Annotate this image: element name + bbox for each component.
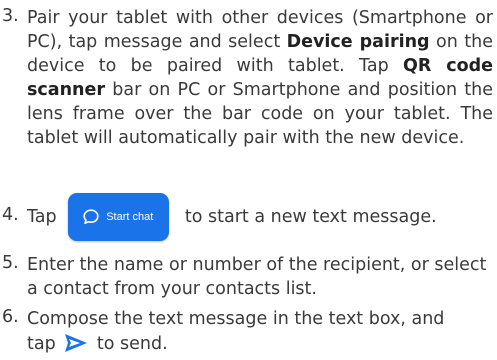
chat-bubble-icon bbox=[83, 209, 99, 224]
step-4-after: to start a new text message. bbox=[184, 207, 437, 227]
step-6-before: tap bbox=[27, 334, 56, 354]
send-arrow-icon bbox=[65, 334, 88, 352]
step-number: 4. bbox=[2, 205, 19, 225]
step-number: 3. bbox=[2, 6, 19, 26]
step-6-line-2: tap to send. bbox=[27, 331, 493, 357]
step-number: 5. bbox=[2, 253, 19, 273]
step-4-before: Tap bbox=[27, 207, 57, 227]
step-3-text: Pair your tablet with other devices (Sma… bbox=[27, 6, 493, 150]
start-chat-label: Start chat bbox=[106, 211, 154, 223]
start-chat-button[interactable]: Start chat bbox=[68, 193, 170, 241]
step-6-text: Compose the text message in the text box… bbox=[27, 307, 493, 357]
step-4-text: Tap Start chat to start a new text messa… bbox=[27, 193, 493, 241]
manual-page: 3. Pair your tablet with other devices (… bbox=[0, 0, 497, 360]
step-6-after: to send. bbox=[96, 334, 168, 354]
step-number: 6. bbox=[2, 307, 19, 327]
device-pairing-term: Device pairing bbox=[286, 32, 430, 52]
step-6-line-1: Compose the text message in the text box… bbox=[27, 309, 445, 329]
step-5-text: Enter the name or number of the recipien… bbox=[27, 255, 487, 299]
